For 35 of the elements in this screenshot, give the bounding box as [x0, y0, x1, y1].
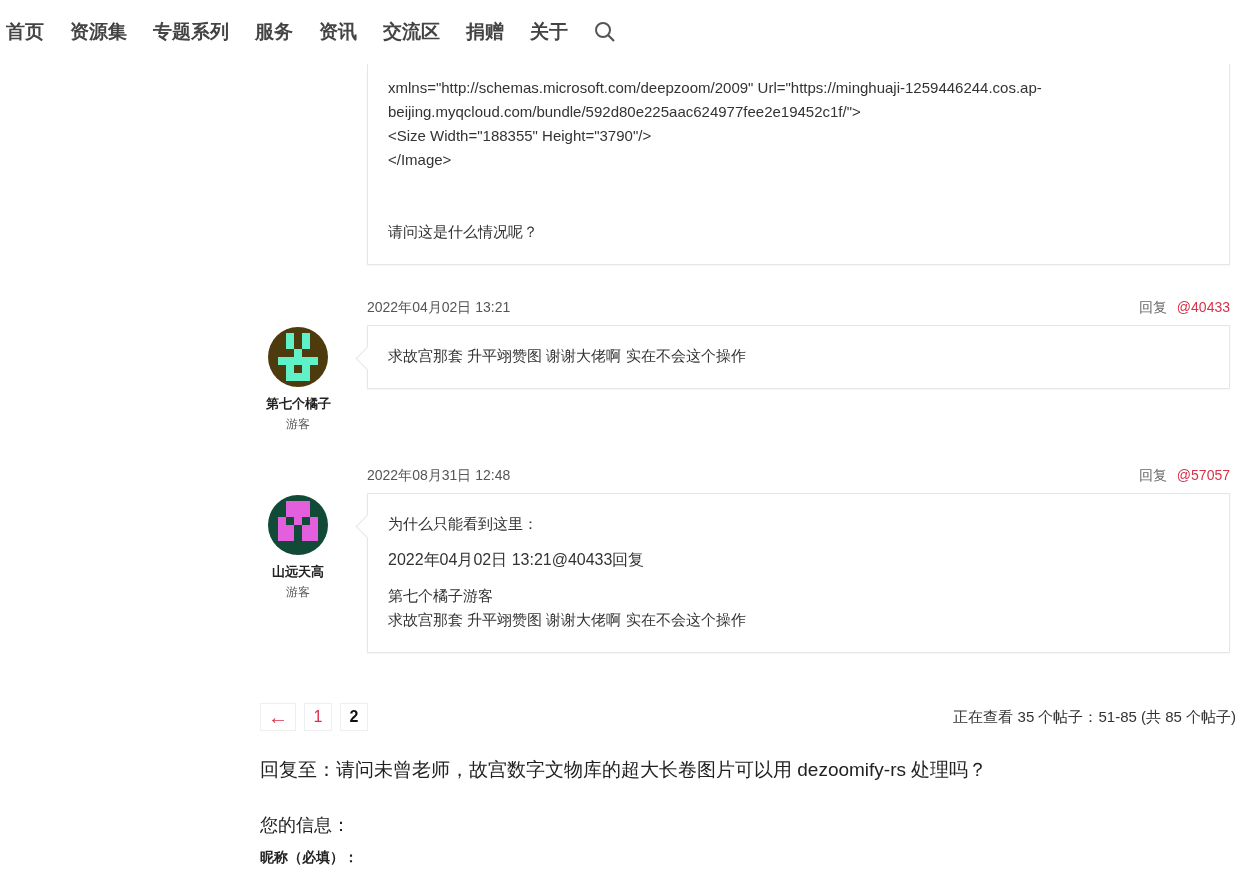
- nav-link[interactable]: 捐赠: [466, 18, 504, 46]
- info-heading: 您的信息：: [260, 814, 351, 837]
- author-role: 游客: [286, 584, 310, 601]
- reply-label: 回复: [1138, 299, 1167, 315]
- comment-text: 求故宫那套 升平翊赞图 谢谢大佬啊 实在不会这个操作: [388, 346, 746, 366]
- post-text: 请问这是什么情况呢？: [388, 222, 539, 242]
- nav-link[interactable]: 关于: [530, 18, 568, 46]
- author-name: 第七个橘子: [265, 395, 331, 413]
- reply-date: 2022年08月31日 12:48: [367, 467, 511, 485]
- nickname-label: 昵称（必填）：: [260, 849, 359, 867]
- nav-link[interactable]: 资源集: [70, 18, 127, 46]
- post-count-status: 正在查看 35 个帖子：51-85 (共 85 个帖子): [953, 707, 1236, 727]
- nav-link[interactable]: 专题系列: [153, 18, 229, 46]
- post-text: </Image>: [388, 150, 453, 170]
- comment-text: 第七个橘子游客: [388, 586, 493, 606]
- search-icon[interactable]: [594, 21, 616, 43]
- prev-page-link[interactable]: ←: [260, 703, 296, 731]
- comment-text: 为什么只能看到这里：: [388, 514, 538, 534]
- post-text: xmlns="http://schemas.microsoft.com/deepzoom/2009" Url="https://minghuaji-1259446244.cos.ap-beijing.myqcloud.com/bundle/592d80e225aac624977fee2e19452c1f/">: [388, 78, 1043, 122]
- page-link[interactable]: 1: [304, 703, 332, 731]
- nav-link[interactable]: 资讯: [319, 18, 357, 46]
- nav-link[interactable]: 首页: [6, 18, 44, 46]
- author-role: 游客: [286, 416, 310, 433]
- comment-text: 求故宫那套 升平翊赞图 谢谢大佬啊 实在不会这个操作: [388, 610, 746, 630]
- nav-link[interactable]: 交流区: [383, 18, 440, 46]
- reply-id-link[interactable]: @40433: [1176, 299, 1230, 315]
- author-name: 山远天高: [272, 563, 324, 581]
- comment-text: 2022年04月02日 13:21@40433回复: [388, 550, 645, 570]
- page-number: 2: [340, 703, 368, 731]
- reply-date: 2022年04月02日 13:21: [367, 299, 511, 317]
- reply-label: 回复: [1138, 467, 1167, 483]
- nav-link[interactable]: 服务: [255, 18, 293, 46]
- reply-heading: 回复至：请问未曾老师，故宫数字文物库的超大长卷图片可以用 dezoomify-rs 处理吗？: [260, 758, 989, 782]
- reply-id-link[interactable]: @57057: [1176, 467, 1230, 483]
- post-text: <Size Width="188355" Height="3790"/>: [388, 126, 653, 146]
